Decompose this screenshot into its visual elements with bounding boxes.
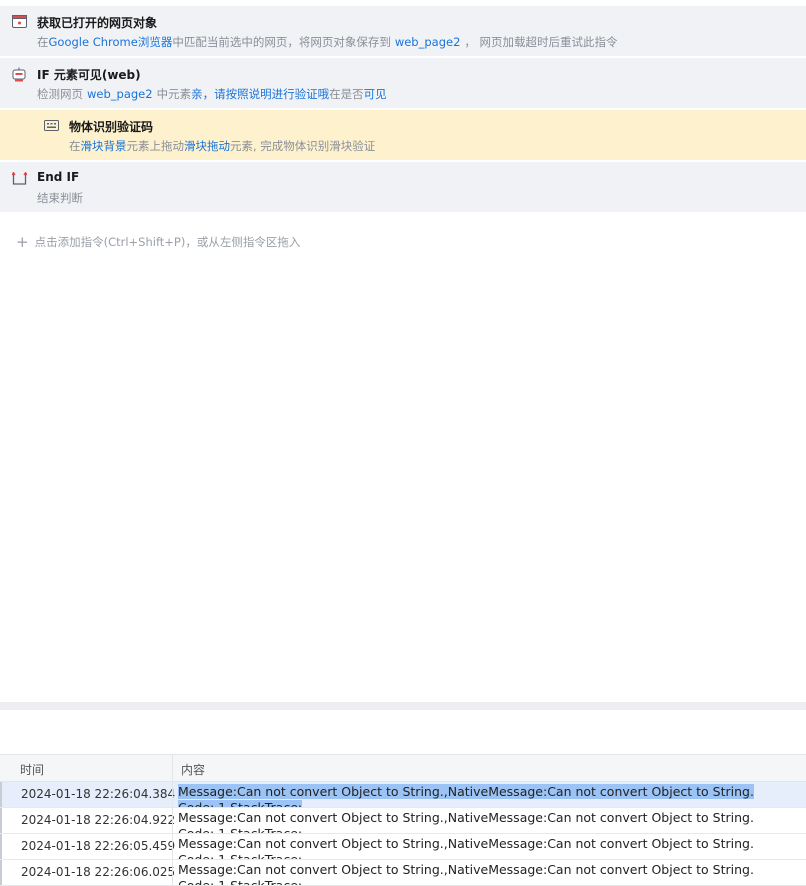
log-row[interactable]: 2024-01-18 22:26:05.459 Message:Can not … (0, 834, 806, 860)
variable-web-page2[interactable]: web_page2 (83, 87, 157, 101)
step-object-captcha[interactable]: 物体识别验证码 在滑块背景元素上拖动滑块拖动元素, 完成物体识别滑块验证 (0, 110, 806, 160)
column-divider (172, 782, 173, 807)
row-marker (0, 834, 2, 859)
log-time: 2024-01-18 22:26:05.459 (21, 839, 176, 853)
log-row[interactable]: 2024-01-18 22:26:04.384 Message:Can not … (0, 782, 806, 808)
column-header-content[interactable]: 内容 (181, 761, 205, 778)
slider-background-link[interactable]: 滑块背景 (81, 139, 127, 153)
step-if-element-visible[interactable]: IF 元素可见(web) 检测网页 web_page2 中元素亲，请按照说明进行验证… (0, 58, 806, 108)
step-description: 在Google Chrome浏览器中匹配当前选中的网页，将网页对象保存到 web_… (37, 35, 618, 49)
add-instruction-hint[interactable]: + 点击添加指令(Ctrl+Shift+P)，或从左侧指令区拖入 (16, 232, 301, 251)
log-time: 2024-01-18 22:26:06.025 (21, 865, 176, 879)
column-divider (172, 808, 173, 833)
log-time: 2024-01-18 22:26:04.384 (21, 787, 176, 801)
element-link[interactable]: 亲，请按照说明进行验证哦 (191, 87, 329, 101)
step-get-webpage[interactable]: 获取已打开的网页对象 在Google Chrome浏览器中匹配当前选中的网页，将… (0, 6, 806, 56)
column-divider (172, 834, 173, 859)
browser-link[interactable]: Google Chrome浏览器 (49, 35, 173, 49)
row-marker (0, 808, 2, 833)
plus-icon: + (16, 233, 29, 251)
log-row[interactable]: 2024-01-18 22:26:06.025 Message:Can not … (0, 860, 806, 886)
step-description: 结束判断 (37, 191, 83, 205)
log-message: Message:Can not convert Object to String… (178, 784, 754, 807)
step-title: End IF (37, 170, 80, 184)
step-description: 在滑块背景元素上拖动滑块拖动元素, 完成物体识别滑块验证 (69, 139, 376, 153)
slider-drag-link[interactable]: 滑块拖动 (184, 139, 230, 153)
add-instruction-text: 点击添加指令(Ctrl+Shift+P)，或从左侧指令区拖入 (34, 235, 301, 249)
column-divider[interactable] (172, 755, 173, 781)
step-title: 物体识别验证码 (69, 120, 154, 134)
captcha-keyboard-icon (44, 120, 60, 136)
panel-divider[interactable] (0, 702, 806, 710)
column-divider (172, 860, 173, 885)
step-title: IF 元素可见(web) (37, 68, 141, 82)
step-description: 检测网页 web_page2 中元素亲，请按照说明进行验证哦在是否可见 (37, 87, 387, 101)
robot-condition-icon (12, 67, 28, 83)
log-row[interactable]: 2024-01-18 22:26:04.922 Message:Can not … (0, 808, 806, 834)
row-marker (0, 782, 2, 807)
variable-web-page2[interactable]: web_page2 (391, 35, 465, 49)
state-link[interactable]: 可见 (364, 87, 387, 101)
log-table: 时间 内容 2024-01-18 22:26:04.384 Message:Ca… (0, 754, 806, 886)
log-table-header: 时间 内容 (0, 754, 806, 782)
step-end-if[interactable]: End IF 结束判断 (0, 162, 806, 212)
row-marker (0, 860, 2, 885)
step-title: 获取已打开的网页对象 (37, 16, 158, 30)
log-time: 2024-01-18 22:26:04.922 (21, 813, 176, 827)
browser-window-icon (12, 15, 28, 31)
log-message: Message:Can not convert Object to String… (178, 862, 754, 886)
log-message: Message:Can not convert Object to String… (178, 836, 754, 860)
column-header-time[interactable]: 时间 (20, 761, 44, 778)
end-if-icon (11, 171, 28, 188)
log-message: Message:Can not convert Object to String… (178, 810, 754, 834)
